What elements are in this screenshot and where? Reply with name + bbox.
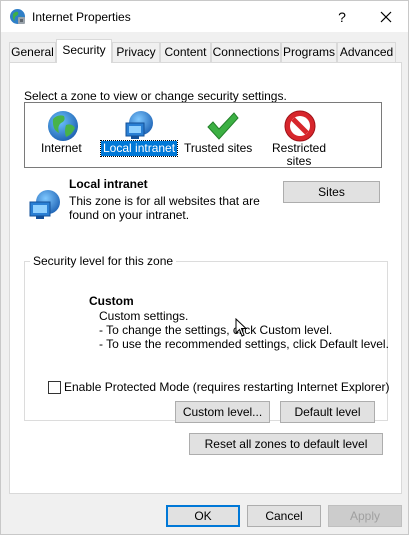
security-level-title: Custom [89,294,134,308]
security-level-group-title: Security level for this zone [30,254,177,268]
internet-properties-dialog: Internet Properties ? General Security P… [0,0,409,535]
zone-restricted-sites[interactable]: Restricted sites [263,103,339,169]
checkmark-icon [207,112,239,140]
internet-options-icon [10,9,25,24]
tab-security[interactable]: Security [56,39,112,63]
default-level-button[interactable]: Default level [280,401,375,423]
tab-strip: General Security Privacy Content Connect… [9,39,402,63]
protected-mode-checkbox[interactable] [48,381,61,394]
tab-programs[interactable]: Programs [281,42,337,62]
mouse-cursor-icon [235,318,248,337]
zone-list: Internet Local intranet Trusted sites Re… [24,102,382,168]
zone-local-intranet[interactable]: Local intranet [99,103,181,169]
zone-info-title: Local intranet [69,177,148,191]
close-icon [380,11,392,23]
help-button[interactable]: ? [331,7,353,27]
globe-icon [48,111,78,141]
custom-level-button[interactable]: Custom level... [175,401,270,423]
tab-privacy[interactable]: Privacy [112,42,160,62]
security-tab-panel: Select a zone to view or change security… [9,62,402,494]
cancel-button[interactable]: Cancel [247,505,321,527]
ok-button[interactable]: OK [166,505,240,527]
zone-trusted-sites[interactable]: Trusted sites [181,103,263,169]
reset-all-zones-button[interactable]: Reset all zones to default level [189,433,383,455]
title-bar: Internet Properties ? [1,1,408,32]
close-button[interactable] [369,5,403,29]
intranet-globe-icon [125,111,153,139]
tab-content[interactable]: Content [160,42,211,62]
zone-label-internet: Internet [41,141,82,155]
tab-general[interactable]: General [9,42,56,62]
zone-info-description: This zone is for all websites that are f… [69,194,260,222]
zone-label-local-intranet: Local intranet [99,140,179,157]
zone-internet[interactable]: Internet [25,103,101,169]
tab-advanced[interactable]: Advanced [337,42,396,62]
zone-label-restricted-sites: Restricted sites [272,141,327,168]
protected-mode-label: Enable Protected Mode (requires restarti… [64,380,390,394]
apply-button[interactable]: Apply [328,505,402,527]
local-intranet-icon [29,190,60,219]
zone-hint-text: Select a zone to view or change security… [24,89,287,103]
zone-label-trusted-sites: Trusted sites [184,141,253,155]
no-entry-icon [284,110,316,142]
window-title: Internet Properties [32,10,131,24]
security-level-group: Security level for this zone Custom Cust… [24,254,389,421]
tab-connections[interactable]: Connections [211,42,281,62]
sites-button[interactable]: Sites [283,181,380,203]
